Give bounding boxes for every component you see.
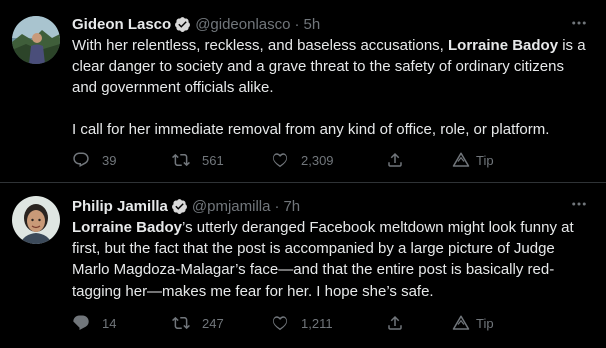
retweet-button[interactable]: 247 <box>172 314 224 332</box>
verified-badge-icon <box>175 16 191 32</box>
tweet-header: Philip Jamilla @pmjamilla · 7h <box>72 196 592 216</box>
avatar[interactable] <box>12 196 60 244</box>
author-name[interactable]: Gideon Lasco <box>72 16 171 33</box>
tip-icon <box>452 315 470 330</box>
share-button[interactable] <box>386 151 404 169</box>
tweet-text-paragraph: I call for her immediate removal from an… <box>72 120 550 138</box>
author-handle[interactable]: @pmjamilla <box>192 198 271 215</box>
tip-icon <box>452 152 470 167</box>
highlighted-name: Lorraine Badoy <box>448 37 559 54</box>
more-options-icon[interactable] <box>570 14 588 32</box>
timestamp[interactable]: 7h <box>283 198 300 215</box>
reply-icon <box>73 315 89 331</box>
author-name[interactable]: Philip Jamilla <box>72 198 168 215</box>
like-count: 1,211 <box>301 315 333 331</box>
verified-badge-icon <box>171 198 187 214</box>
reply-count: 14 <box>102 315 117 331</box>
avatar-photo <box>12 196 60 244</box>
separator-dot: · <box>274 197 280 215</box>
reply-button[interactable]: 39 <box>72 151 116 169</box>
tweet-body: Gideon Lasco @gideonlasco · 5h With her … <box>72 14 592 140</box>
avatar-photo <box>12 16 60 64</box>
highlighted-name: Lorraine Badoy <box>72 219 183 236</box>
tip-button[interactable]: Tip <box>452 314 494 332</box>
tweet-header: Gideon Lasco @gideonlasco · 5h <box>72 14 592 34</box>
retweet-icon <box>172 153 190 167</box>
retweet-button[interactable]: 561 <box>172 151 224 169</box>
share-icon <box>388 152 402 167</box>
author-handle[interactable]: @gideonlasco <box>195 16 290 33</box>
retweet-count: 561 <box>202 152 224 168</box>
retweet-count: 247 <box>202 315 224 331</box>
tweet-actions: 14 247 1,211 Tip <box>72 313 512 333</box>
timestamp[interactable]: 5h <box>303 16 320 33</box>
tweet-body: Philip Jamilla @pmjamilla · 7h Lorraine … <box>72 196 592 302</box>
separator-dot: · <box>294 15 300 33</box>
reply-icon <box>73 152 89 168</box>
share-icon <box>388 315 402 330</box>
tweet-text: Lorraine Badoy’s utterly deranged Facebo… <box>72 217 592 302</box>
tweet-text-segment: With her relentless, reckless, and basel… <box>72 37 449 54</box>
tweet-text: With her relentless, reckless, and basel… <box>72 35 592 140</box>
tweet[interactable]: Gideon Lasco @gideonlasco · 5h With her … <box>0 0 606 182</box>
share-button[interactable] <box>386 314 404 332</box>
like-button[interactable]: 2,309 <box>271 151 334 169</box>
tip-label: Tip <box>476 315 494 331</box>
retweet-icon <box>172 316 190 330</box>
tweet[interactable]: Philip Jamilla @pmjamilla · 7h Lorraine … <box>0 183 606 348</box>
tweet-actions: 39 561 2,309 Tip <box>72 150 512 170</box>
heart-icon <box>272 316 288 331</box>
tip-button[interactable]: Tip <box>452 151 494 169</box>
heart-icon <box>272 153 288 168</box>
like-button[interactable]: 1,211 <box>271 314 333 332</box>
timeline-feed: Gideon Lasco @gideonlasco · 5h With her … <box>0 0 606 348</box>
like-count: 2,309 <box>301 152 334 168</box>
reply-button[interactable]: 14 <box>72 314 116 332</box>
more-options-icon[interactable] <box>570 195 588 213</box>
avatar[interactable] <box>12 16 60 64</box>
reply-count: 39 <box>102 152 117 168</box>
tip-label: Tip <box>476 152 494 168</box>
